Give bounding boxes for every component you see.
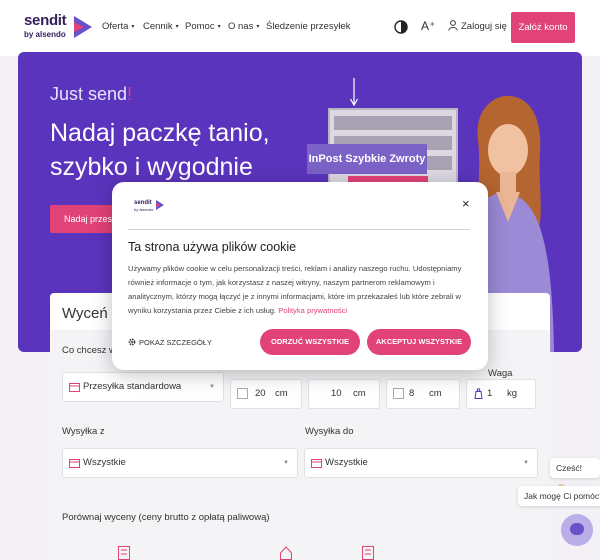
ship-to-label: Wysyłka do: [305, 426, 354, 437]
nav-cennik[interactable]: Cennik ▾: [143, 21, 179, 32]
site-header: sendit by alsendo Oferta ▾ Cennik ▾ Pomoc ▾…: [0, 0, 600, 56]
logo-mark-icon: [74, 16, 92, 38]
privacy-policy-link[interactable]: Polityka prywatności: [278, 306, 347, 315]
ship-to-value: Wszystkie: [325, 457, 368, 468]
width-unit: cm: [353, 388, 366, 399]
chevron-down-icon: ▼: [283, 460, 289, 466]
nav-pomoc[interactable]: Pomoc ▾: [185, 21, 221, 32]
nav-label: Oferta: [102, 21, 129, 32]
home-icon: [280, 546, 292, 560]
weight-unit: kg: [507, 388, 518, 399]
building-icon: [118, 546, 130, 560]
shipment-type-select[interactable]: Przesyłka standardowa ▼: [62, 372, 224, 402]
length-input[interactable]: 20 cm: [230, 379, 302, 409]
modal-logo: sendit by alsendo: [134, 200, 166, 214]
chevron-down-icon: ▾: [131, 24, 135, 30]
cookie-title: Ta strona używa plików cookie: [128, 240, 297, 254]
ruler-icon: [237, 388, 248, 399]
modal-logo-sub: by alsendo: [134, 207, 154, 212]
nav-label: Śledzenie przesyłek: [266, 21, 351, 32]
details-label: POKAŻ SZCZEGÓŁY: [139, 338, 212, 347]
login-label: Zaloguj się: [461, 21, 507, 32]
package-icon: [311, 459, 322, 468]
user-icon: [448, 20, 458, 31]
package-icon: [69, 459, 80, 468]
cookie-consent-dialog: sendit by alsendo × Ta strona używa plik…: [112, 182, 488, 370]
arrow-down-icon: [350, 78, 358, 106]
contrast-icon[interactable]: [394, 20, 408, 34]
nav-label: Pomoc: [185, 21, 215, 32]
close-icon[interactable]: ×: [462, 196, 470, 211]
cookie-description: Używamy plików cookie w celu personaliza…: [128, 262, 474, 318]
shipment-type-value: Przesyłka standardowa: [83, 381, 182, 392]
hero-headline: Nadaj paczkę tanio, szybko i wygodnie: [50, 116, 350, 184]
logo-subtitle: by alsendo: [24, 30, 66, 39]
width-value: 10: [331, 388, 342, 399]
package-icon: [69, 383, 80, 392]
nav-label: Cennik: [143, 21, 173, 32]
chevron-down-icon: ▼: [209, 384, 215, 390]
show-details-button[interactable]: POKAŻ SZCZEGÓŁY: [128, 338, 212, 347]
locker-sign: InPost Szybkie Zwroty: [307, 144, 427, 174]
chevron-down-icon: ▾: [175, 24, 179, 30]
length-value: 20: [255, 388, 266, 399]
chat-open-button[interactable]: [561, 514, 593, 546]
weight-input[interactable]: 1 kg: [466, 379, 536, 409]
accept-all-button[interactable]: AKCEPTUJ WSZYSTKIE: [367, 329, 471, 355]
length-unit: cm: [275, 388, 288, 399]
chevron-down-icon: ▾: [256, 24, 260, 30]
ship-from-value: Wszystkie: [83, 457, 126, 468]
ship-from-label: Wysyłka z: [62, 426, 105, 437]
sendit-logo[interactable]: sendit by alsendo: [24, 12, 94, 42]
logo-name: sendit: [24, 12, 67, 29]
logo-mark-icon: [156, 200, 164, 210]
weight-icon: [474, 388, 483, 399]
height-unit: cm: [429, 388, 442, 399]
reject-all-button[interactable]: ODRZUĆ WSZYSTKIE: [260, 329, 360, 355]
hero-tagline: Just send!: [50, 84, 132, 105]
weight-value: 1: [487, 388, 493, 399]
width-input[interactable]: 10 cm: [308, 379, 380, 409]
building-icon: [362, 546, 374, 560]
headline-line-1: Nadaj paczkę tanio,: [50, 119, 270, 147]
divider: [128, 229, 470, 230]
login-link[interactable]: Zaloguj się: [448, 20, 507, 32]
nav-oferta[interactable]: Oferta ▾: [102, 21, 134, 32]
compare-label: Porównaj wyceny (ceny brutto z opłatą pa…: [62, 512, 270, 523]
tagline-text: Just send: [50, 84, 128, 104]
nav-o-nas[interactable]: O nas ▾: [228, 21, 259, 32]
chat-question-bubble[interactable]: Jak mogę Ci pomóc?: [518, 486, 600, 506]
chevron-down-icon: ▼: [523, 460, 529, 466]
tagline-exclamation: !: [127, 84, 133, 104]
gear-icon: [128, 338, 136, 346]
nav-tracking[interactable]: Śledzenie przesyłek: [266, 21, 351, 32]
chat-greeting-bubble[interactable]: Cześć! 👋: [550, 458, 600, 493]
ruler-icon: [393, 388, 404, 399]
font-size-button[interactable]: A⁺: [421, 19, 435, 33]
register-button[interactable]: Załóż konto: [511, 12, 575, 43]
headline-line-2: szybko i wygodnie: [50, 153, 253, 181]
chevron-down-icon: ▾: [217, 24, 221, 30]
height-value: 8: [409, 388, 415, 399]
nav-label: O nas: [228, 21, 254, 32]
ship-to-select[interactable]: Wszystkie ▼: [304, 448, 538, 478]
height-input[interactable]: 8 cm: [386, 379, 460, 409]
modal-logo-name: sendit: [134, 200, 152, 206]
ship-from-select[interactable]: Wszystkie ▼: [62, 448, 298, 478]
weight-label: Waga: [488, 368, 513, 379]
